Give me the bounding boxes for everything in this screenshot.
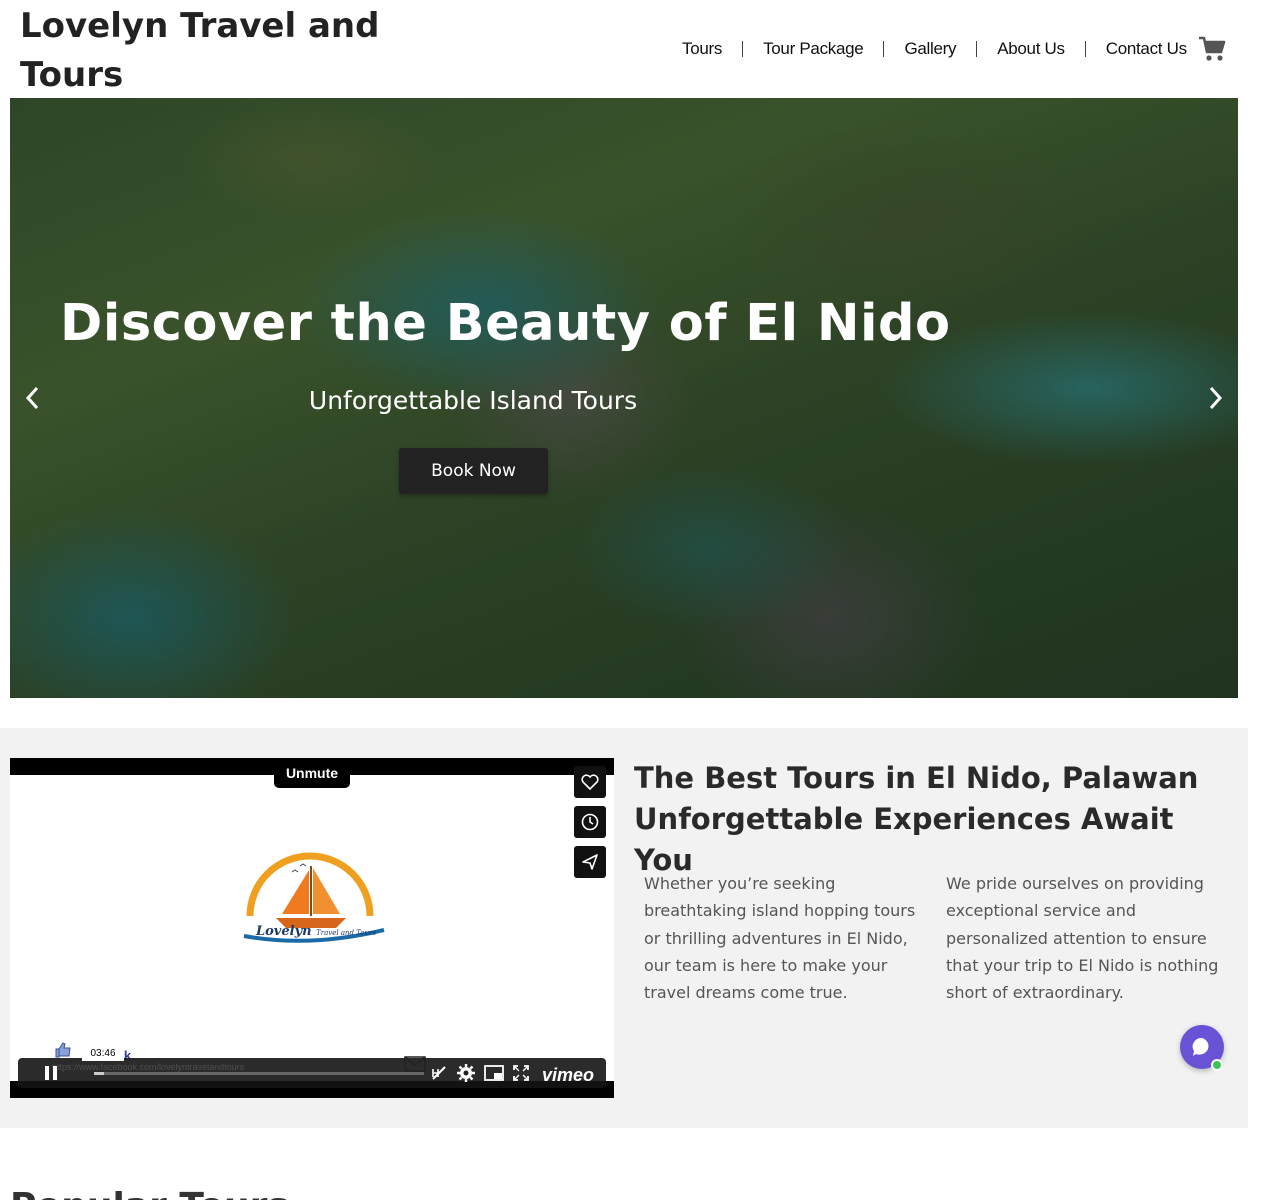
- unmute-button[interactable]: Unmute: [274, 758, 350, 788]
- nav-about-us[interactable]: About Us: [977, 39, 1085, 59]
- main-nav: Tours Tour Package Gallery About Us Cont…: [662, 36, 1207, 62]
- nav-tours[interactable]: Tours: [662, 39, 742, 59]
- nav-contact-us[interactable]: Contact Us: [1086, 39, 1207, 59]
- site-brand[interactable]: Lovelyn Travel and Tours: [20, 2, 380, 100]
- logo-title: Lovelyn: [256, 924, 312, 939]
- picture-in-picture-icon[interactable]: [484, 1064, 504, 1087]
- video-control-icons: vimeo: [430, 1063, 594, 1088]
- fullscreen-icon[interactable]: [512, 1064, 530, 1087]
- video-player[interactable]: Unmute Lovelyn Travel and Tours oo: [10, 758, 614, 1098]
- send-icon[interactable]: [574, 846, 606, 878]
- video-url-overlay: https://www.facebook.com/lovelyntravelan…: [52, 1062, 245, 1072]
- video-progress-bar[interactable]: [94, 1072, 424, 1075]
- book-now-button[interactable]: Book Now: [399, 448, 548, 494]
- clock-icon[interactable]: [574, 806, 606, 838]
- logo-text: Lovelyn Travel and Tours: [256, 924, 376, 939]
- video-time: 03:46: [82, 1045, 124, 1061]
- hero-slider: Discover the Beauty of El Nido Unforgett…: [10, 98, 1238, 698]
- popular-tours-heading: Popular Tours: [10, 1186, 289, 1200]
- about-heading-line2: Unforgettable Experiences Await You: [634, 802, 1174, 877]
- chevron-right-icon[interactable]: [1204, 385, 1226, 411]
- settings-gear-icon[interactable]: [456, 1063, 476, 1088]
- vimeo-logo[interactable]: vimeo: [542, 1065, 594, 1086]
- about-paragraph-2: We pride ourselves on providing exceptio…: [946, 874, 1219, 1003]
- logo-subtitle: Travel and Tours: [316, 929, 377, 937]
- hero-title: Discover the Beauty of El Nido: [60, 294, 951, 353]
- heart-icon[interactable]: [574, 766, 606, 798]
- about-heading: The Best Tours in El Nido, Palawan Unfor…: [634, 758, 1234, 881]
- about-paragraph-1: Whether you’re seeking breathtaking isla…: [644, 874, 916, 1003]
- video-progress-fill: [94, 1072, 104, 1075]
- thumbs-up-icon: [54, 1041, 72, 1059]
- nav-gallery[interactable]: Gallery: [884, 39, 976, 59]
- about-heading-line1: The Best Tours in El Nido, Palawan: [634, 761, 1199, 795]
- online-status-indicator: [1211, 1059, 1223, 1071]
- mail-icon: [404, 1056, 426, 1072]
- about-section: Unmute Lovelyn Travel and Tours oo: [0, 728, 1248, 1128]
- pause-icon[interactable]: [28, 1058, 74, 1088]
- shopping-cart-icon[interactable]: [1198, 36, 1226, 62]
- hero-subtitle: Unforgettable Island Tours: [308, 386, 638, 415]
- chevron-left-icon[interactable]: [22, 385, 44, 411]
- site-header: Lovelyn Travel and Tours Tours Tour Pack…: [0, 0, 1248, 98]
- hd-off-icon[interactable]: [430, 1064, 448, 1087]
- nav-tour-package[interactable]: Tour Package: [743, 39, 883, 59]
